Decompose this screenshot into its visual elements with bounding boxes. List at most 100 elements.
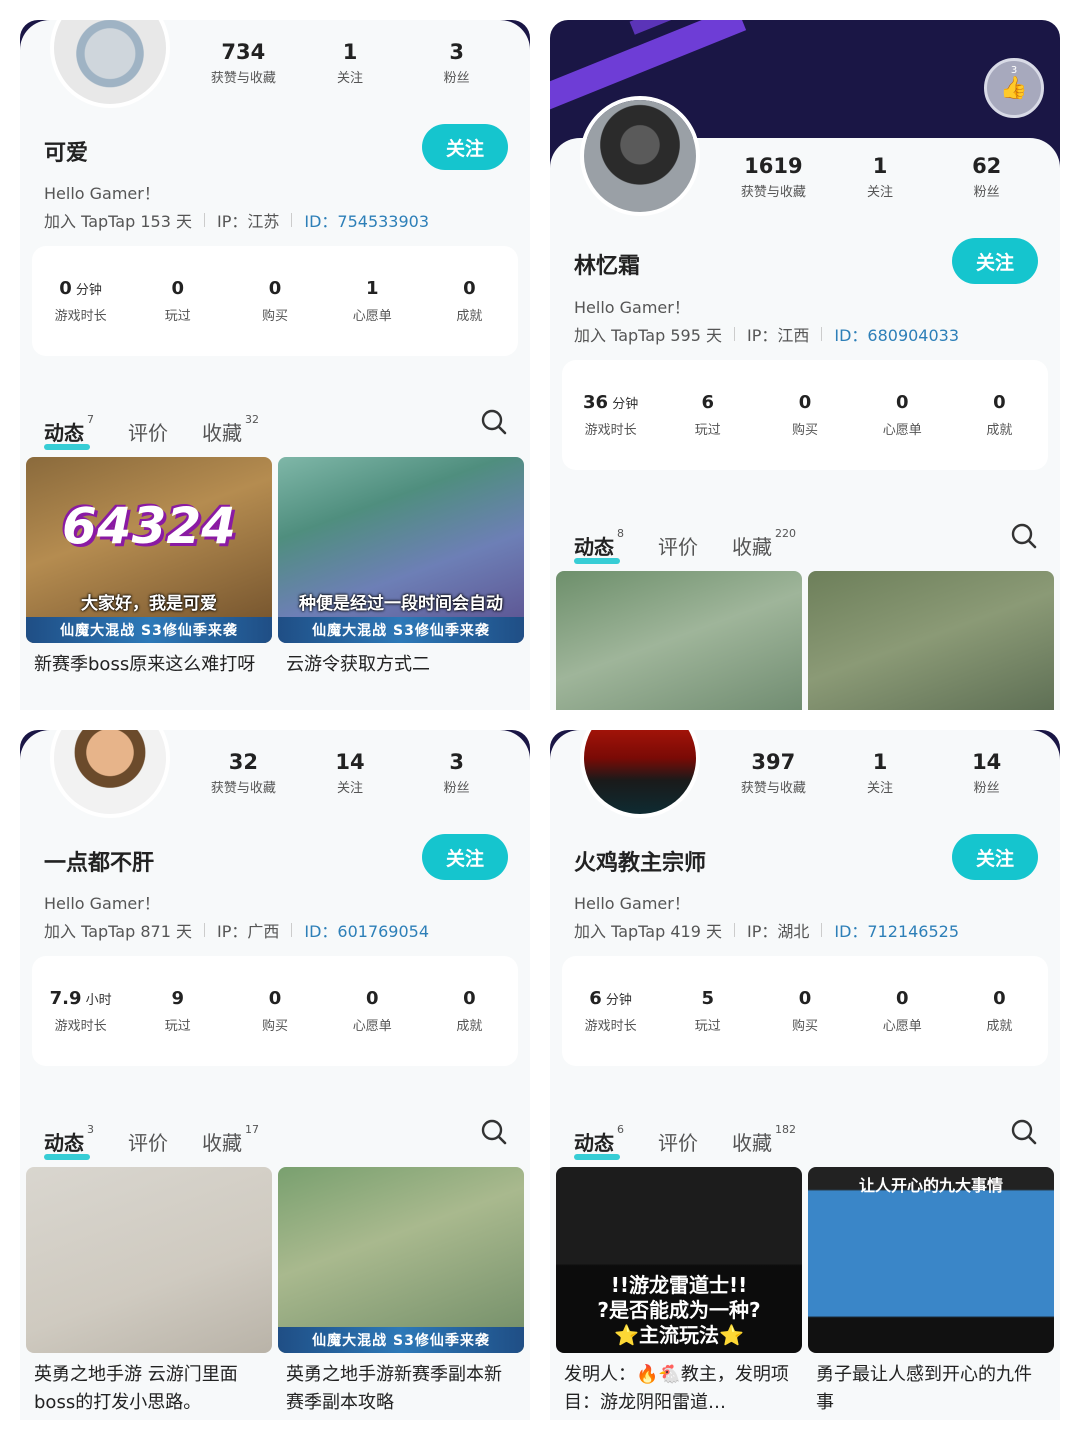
thumbnail-number: 64324 (62, 497, 236, 555)
profile-card: 1619 获赞与收藏 1 关注 62 粉丝 林忆霜 关注 Hello Gamer！ 加入 … (550, 96, 1060, 710)
follow-button[interactable]: 关注 (422, 124, 508, 170)
profile-card: 32 获赞与收藏 14 关注 3 粉丝 一点都不肝 关注 Hello Gamer！ 加入 … (20, 730, 530, 1420)
game-stat[interactable]: 1 心愿单 (324, 278, 421, 324)
game-stat[interactable]: 0 心愿单 (854, 392, 951, 438)
game-stat[interactable]: 6 分钟 游戏时长 (562, 988, 659, 1034)
tab-count: 32 (245, 413, 259, 426)
tab-favorites[interactable]: 收藏182 (732, 1123, 796, 1156)
tab-count: 8 (617, 527, 624, 540)
game-stat[interactable]: 0 购买 (226, 278, 323, 324)
post-thumbnail (26, 1167, 272, 1353)
game-stat-label: 心愿单 (882, 423, 922, 438)
avatar[interactable] (580, 730, 700, 818)
post-title[interactable]: 发明人：🔥🐔教主，发明项目：游龙阴阳雷道… (564, 1361, 794, 1419)
follow-button[interactable]: 关注 (952, 834, 1038, 880)
game-stat[interactable]: 7.9 小时 游戏时长 (32, 988, 129, 1034)
profile-bio: Hello Gamer！ (574, 894, 690, 913)
post-card[interactable] (808, 571, 1054, 710)
stat-label: 关注 (337, 781, 364, 796)
avatar[interactable] (580, 96, 700, 216)
game-stat-value: 6 (701, 392, 715, 413)
profile-stat[interactable]: 3 粉丝 (403, 38, 510, 86)
user-id[interactable]: ID：712146525 (834, 918, 959, 942)
profile-stat[interactable]: 32 获赞与收藏 (190, 748, 297, 796)
game-stat-value: 6 (589, 988, 602, 1009)
game-stat[interactable]: 5 玩过 (659, 988, 756, 1034)
ip-location: IP：湖北 (746, 922, 810, 941)
post-title[interactable]: 勇子最让人感到开心的九件事 (816, 1361, 1046, 1419)
follow-button[interactable]: 关注 (422, 834, 508, 880)
game-stat[interactable]: 0 购买 (756, 988, 853, 1034)
game-stat-label: 玩过 (164, 309, 191, 324)
profile-stat[interactable]: 1 关注 (297, 38, 404, 86)
post-card[interactable]: 64324 大家好，我是可爱 仙魔大混战 S3修仙季来袭 新赛季boss原来这么难打呀 (26, 457, 272, 710)
thumbnail-headline: 让人开心的九大事情 (858, 1176, 1003, 1195)
post-card[interactable]: 让人开心的九大事情勇子最让人感到开心的九件事 (808, 1167, 1054, 1419)
game-stat-label: 玩过 (164, 1019, 191, 1034)
post-card[interactable]: 仙魔大混战 S3修仙季来袭 英勇之地手游新赛季副本新赛季副本攻略 (278, 1167, 524, 1419)
game-stat[interactable]: 0 心愿单 (324, 988, 421, 1034)
game-stat[interactable]: 0 成就 (421, 278, 518, 324)
tab-posts[interactable]: 动态3 (44, 1123, 94, 1160)
search-icon[interactable] (480, 408, 508, 436)
post-card[interactable]: 英勇之地手游 云游门里面boss的打发小思路。 (26, 1167, 272, 1419)
search-icon[interactable] (1010, 522, 1038, 550)
user-id[interactable]: ID：680904033 (834, 322, 959, 346)
tab-favorites[interactable]: 收藏32 (202, 413, 259, 446)
profile-stat[interactable]: 62 粉丝 (933, 152, 1040, 200)
tab-count: 7 (87, 413, 94, 426)
post-card[interactable]: 仙魔大混战 S3修仙季来袭 (556, 571, 802, 710)
post-title[interactable]: 英勇之地手游新赛季副本新赛季副本攻略 (286, 1361, 516, 1419)
game-stat[interactable]: 0 成就 (951, 988, 1048, 1034)
tab-reviews[interactable]: 评价 (658, 1127, 698, 1156)
profile-stat[interactable]: 397 获赞与收藏 (720, 748, 827, 796)
post-title[interactable]: 云游令获取方式二 (286, 651, 516, 709)
profile-panel-2: 👍 3 1619 获赞与收藏 1 关注 62 粉丝 林忆霜 关注 Hello Gamer！ … (550, 20, 1060, 710)
tab-reviews[interactable]: 评价 (128, 1127, 168, 1156)
game-stat[interactable]: 9 玩过 (129, 988, 226, 1034)
game-stat-value: 0 (268, 278, 282, 299)
profile-stat[interactable]: 14 关注 (297, 748, 404, 796)
profile-stat[interactable]: 1 关注 (827, 152, 934, 200)
post-card[interactable]: !!游龙雷道士!! ?是否能成为一种? ⭐主流玩法⭐ 发明人：🔥🐔教主，发明项目：游龙… (556, 1167, 802, 1419)
post-card[interactable]: 种便是经过一段时间会自动仙魔大混战 S3修仙季来袭云游令获取方式二可爱👍 2 (278, 457, 524, 710)
tab-favorites[interactable]: 收藏17 (202, 1123, 259, 1156)
tab-count: 6 (617, 1123, 624, 1136)
tab-posts[interactable]: 动态6 (574, 1123, 624, 1160)
avatar[interactable] (50, 20, 170, 108)
tab-favorites[interactable]: 收藏220 (732, 527, 796, 560)
thumbs-up-badge-icon[interactable]: 👍 3 (984, 58, 1044, 118)
search-icon[interactable] (480, 1118, 508, 1146)
profile-stat[interactable]: 14 粉丝 (933, 748, 1040, 796)
stat-value: 1 (342, 40, 358, 64)
post-title[interactable]: 英勇之地手游 云游门里面boss的打发小思路。 (34, 1361, 264, 1419)
follow-button[interactable]: 关注 (952, 238, 1038, 284)
tab-reviews[interactable]: 评价 (128, 417, 168, 446)
tab-posts[interactable]: 动态7 (44, 413, 94, 450)
joined-days: 加入 TapTap 419 天 (574, 922, 722, 941)
search-icon[interactable] (1010, 1118, 1038, 1146)
tab-posts[interactable]: 动态8 (574, 527, 624, 564)
profile-stat[interactable]: 1 关注 (827, 748, 934, 796)
game-stat[interactable]: 0 成就 (421, 988, 518, 1034)
stat-label: 粉丝 (973, 185, 1000, 200)
game-stat-label: 成就 (456, 1019, 483, 1034)
game-stat[interactable]: 0 玩过 (129, 278, 226, 324)
game-stat[interactable]: 0 成就 (951, 392, 1048, 438)
avatar[interactable] (50, 730, 170, 818)
game-stat[interactable]: 0 心愿单 (854, 988, 951, 1034)
game-stat[interactable]: 0 分钟 游戏时长 (32, 278, 129, 324)
game-stat[interactable]: 6 玩过 (659, 392, 756, 438)
game-stat[interactable]: 0 购买 (226, 988, 323, 1034)
tab-reviews[interactable]: 评价 (658, 531, 698, 560)
stat-label: 获赞与收藏 (210, 781, 276, 796)
user-id[interactable]: ID：754533903 (304, 208, 429, 232)
profile-stat[interactable]: 3 粉丝 (403, 748, 510, 796)
user-id[interactable]: ID：601769054 (304, 918, 429, 942)
profile-stat[interactable]: 1619 获赞与收藏 (720, 152, 827, 200)
game-stat[interactable]: 0 购买 (756, 392, 853, 438)
post-grid: 仙魔大混战 S3修仙季来袭 (556, 571, 1054, 710)
profile-stat[interactable]: 734 获赞与收藏 (190, 38, 297, 86)
game-stat[interactable]: 36 分钟 游戏时长 (562, 392, 659, 438)
post-title[interactable]: 新赛季boss原来这么难打呀 (34, 651, 264, 709)
